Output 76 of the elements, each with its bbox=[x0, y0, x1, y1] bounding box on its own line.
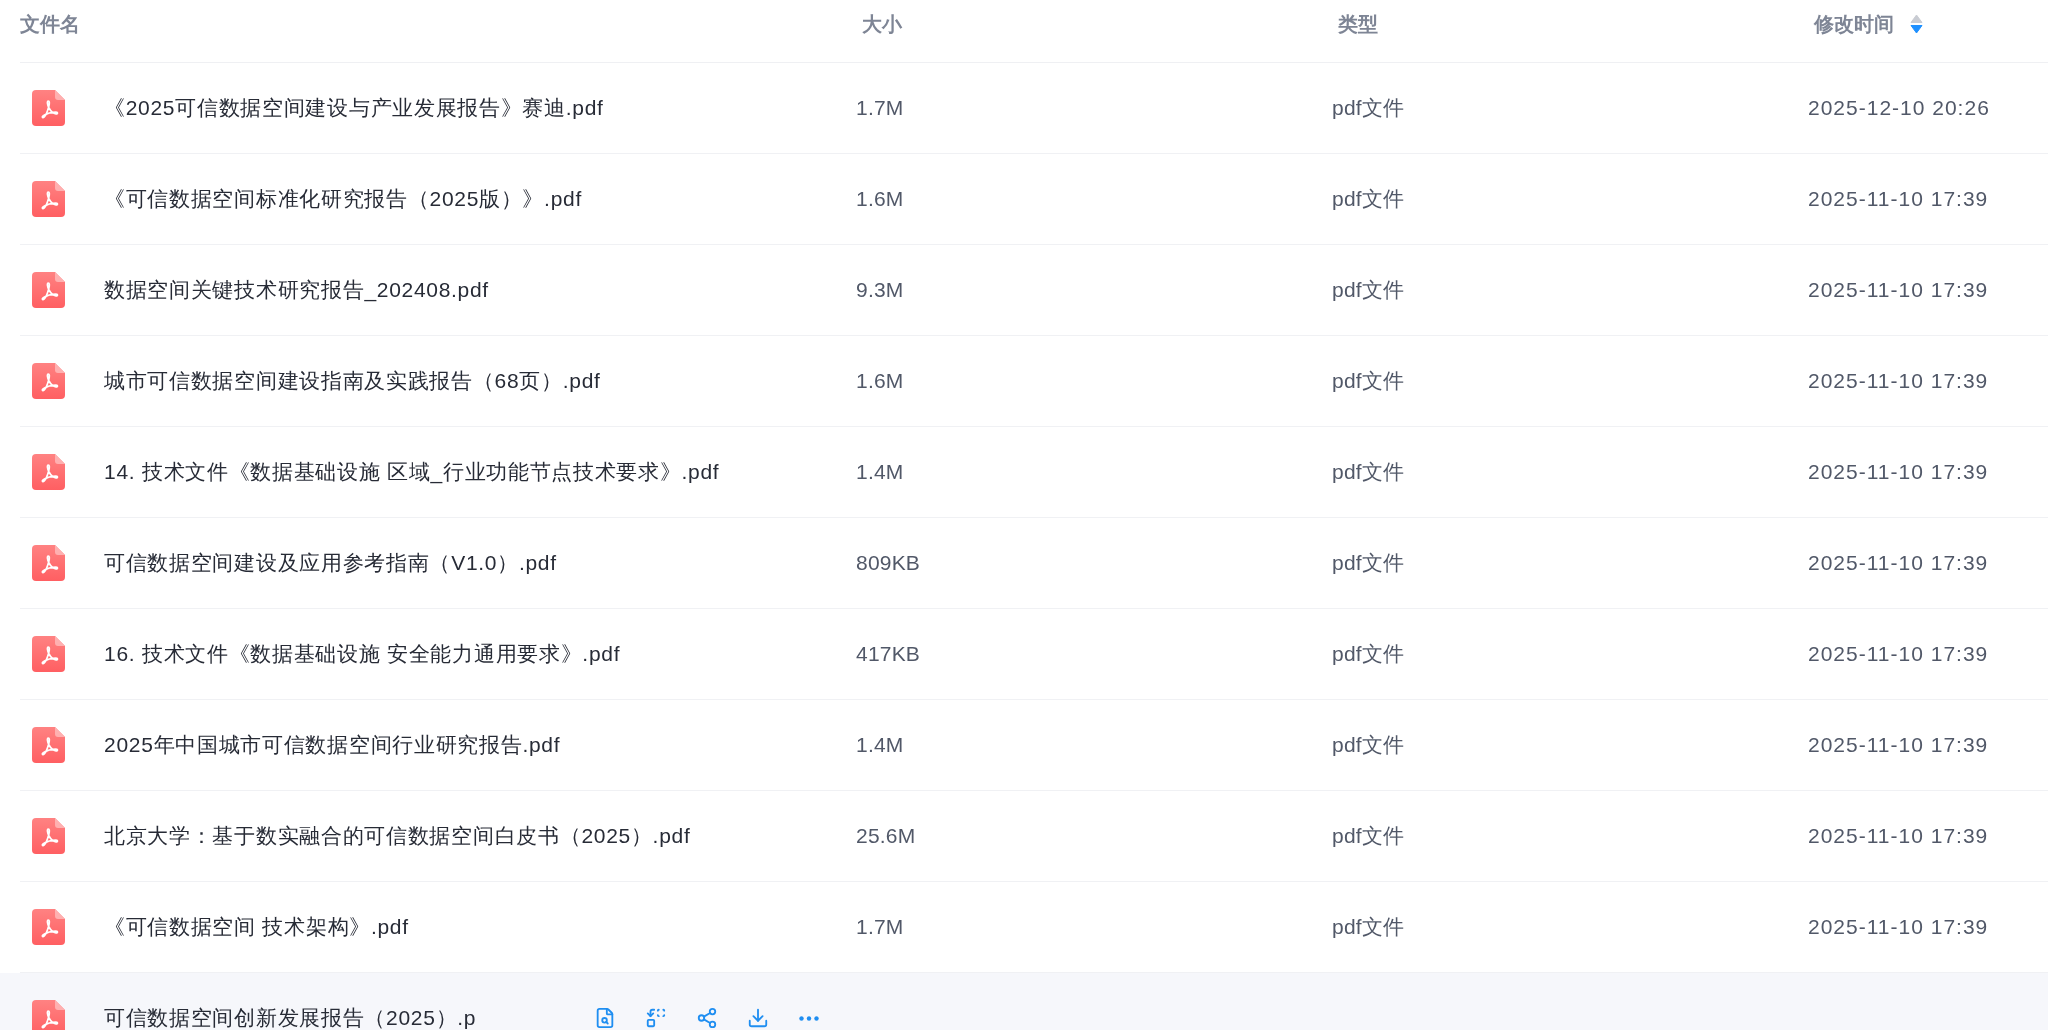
more-icon bbox=[799, 1015, 819, 1021]
file-name: 16. 技术文件《数据基础设施 安全能力通用要求》.pdf bbox=[104, 643, 621, 665]
file-name: 北京大学：基于数实融合的可信数据空间白皮书（2025）.pdf bbox=[104, 825, 691, 847]
column-header: 类型 bbox=[1338, 11, 1378, 37]
file-type: pdf文件 bbox=[1332, 370, 1405, 392]
modified-time: 2025-11-10 17:39 bbox=[1808, 643, 1989, 665]
file-size: 25.6M bbox=[856, 825, 916, 847]
modified-time: 2025-12-10 20:26 bbox=[1808, 97, 1990, 119]
file-type: pdf文件 bbox=[1332, 461, 1405, 483]
pdf-file-icon bbox=[32, 545, 65, 581]
file-name: 可信数据空间创新发展报告（2025）.p bbox=[104, 1007, 477, 1029]
file-search-icon bbox=[594, 1007, 616, 1029]
file-name: 可信数据空间建设及应用参考指南（V1.0）.pdf bbox=[104, 552, 557, 574]
file-name: 《可信数据空间标准化研究报告（2025版）》.pdf bbox=[104, 188, 582, 210]
file-row[interactable]: 城市可信数据空间建设指南及实践报告（68页）.pdf 1.6M pdf文件 2025-11-10 17:39 bbox=[0, 336, 2048, 427]
file-row[interactable]: 16. 技术文件《数据基础设施 安全能力通用要求》.pdf 417KB pdf文件 2025-11-10 17:39 bbox=[0, 609, 2048, 700]
file-row[interactable]: 可信数据空间建设及应用参考指南（V1.0）.pdf 809KB pdf文件 2025-11-10 17:39 bbox=[0, 518, 2048, 609]
file-row[interactable]: 《2025可信数据空间建设与产业发展报告》赛迪.pdf 1.7M pdf文件 2025-12-10 20:26 bbox=[0, 63, 2048, 154]
modified-time: 2025-11-10 17:39 bbox=[1808, 552, 1989, 574]
share-icon bbox=[696, 1007, 718, 1029]
pdf-file-icon bbox=[32, 363, 65, 399]
file-row[interactable]: 2025年中国城市可信数据空间行业研究报告.pdf 1.4M pdf文件 2025-11-10 17:39 bbox=[0, 700, 2048, 791]
pdf-file-icon bbox=[32, 90, 65, 126]
download-icon bbox=[747, 1007, 769, 1029]
modified-time: 2025-11-10 17:39 bbox=[1808, 916, 1989, 938]
pdf-file-icon bbox=[32, 181, 65, 217]
file-name: 《2025可信数据空间建设与产业发展报告》赛迪.pdf bbox=[104, 97, 604, 119]
convert-button[interactable] bbox=[645, 1007, 667, 1029]
file-row[interactable]: 可信数据空间创新发展报告（2025）.p bbox=[0, 973, 2048, 1030]
pdf-file-icon bbox=[32, 818, 65, 854]
modified-time: 2025-11-10 17:39 bbox=[1808, 825, 1989, 847]
modified-time: 2025-11-10 17:39 bbox=[1808, 279, 1989, 301]
file-size: 1.6M bbox=[856, 370, 904, 392]
file-size: 809KB bbox=[856, 552, 921, 574]
share-button[interactable] bbox=[696, 1007, 718, 1029]
file-row[interactable]: 北京大学：基于数实融合的可信数据空间白皮书（2025）.pdf 25.6M pdf文件 2025-11-10 17:39 bbox=[0, 791, 2048, 882]
file-type: pdf文件 bbox=[1332, 643, 1405, 665]
file-type: pdf文件 bbox=[1332, 97, 1405, 119]
file-size: 417KB bbox=[856, 643, 921, 665]
pdf-file-icon bbox=[32, 454, 65, 490]
file-name: 城市可信数据空间建设指南及实践报告（68页）.pdf bbox=[104, 370, 601, 392]
pdf-file-icon bbox=[32, 1000, 65, 1030]
file-type: pdf文件 bbox=[1332, 552, 1405, 574]
download-button[interactable] bbox=[747, 1007, 769, 1029]
file-name: 2025年中国城市可信数据空间行业研究报告.pdf bbox=[104, 734, 561, 756]
modified-time: 2025-11-10 17:39 bbox=[1808, 461, 1989, 483]
pdf-file-icon bbox=[32, 636, 65, 672]
file-size: 1.7M bbox=[856, 97, 904, 119]
preview-button[interactable] bbox=[594, 1007, 616, 1029]
column-header: 修改时间 bbox=[1814, 11, 1894, 37]
modified-time: 2025-11-10 17:39 bbox=[1808, 734, 1989, 756]
file-type: pdf文件 bbox=[1332, 279, 1405, 301]
file-size: 1.4M bbox=[856, 461, 904, 483]
replace-icon bbox=[645, 1007, 667, 1029]
file-row[interactable]: 14. 技术文件《数据基础设施 区域_行业功能节点技术要求》.pdf 1.4M pdf文件 2025-11-10 17:39 bbox=[0, 427, 2048, 518]
file-type: pdf文件 bbox=[1332, 734, 1405, 756]
file-type: pdf文件 bbox=[1332, 916, 1405, 938]
modified-time: 2025-11-10 17:39 bbox=[1808, 188, 1989, 210]
file-size: 1.6M bbox=[856, 188, 904, 210]
file-type: pdf文件 bbox=[1332, 825, 1405, 847]
pdf-file-icon bbox=[32, 272, 65, 308]
file-name: 《可信数据空间 技术架构》.pdf bbox=[104, 916, 409, 938]
column-header: 大小 bbox=[862, 11, 902, 37]
file-type: pdf文件 bbox=[1332, 188, 1405, 210]
pdf-file-icon bbox=[32, 909, 65, 945]
column-header: 文件名 bbox=[20, 11, 80, 37]
file-name: 14. 技术文件《数据基础设施 区域_行业功能节点技术要求》.pdf bbox=[104, 461, 720, 483]
sort-icon[interactable] bbox=[1910, 14, 1923, 34]
modified-time: 2025-11-10 17:39 bbox=[1808, 370, 1989, 392]
file-size: 1.7M bbox=[856, 916, 904, 938]
file-name: 数据空间关键技术研究报告_202408.pdf bbox=[104, 279, 489, 301]
file-size: 9.3M bbox=[856, 279, 904, 301]
pdf-file-icon bbox=[32, 727, 65, 763]
file-row[interactable]: 数据空间关键技术研究报告_202408.pdf 9.3M pdf文件 2025-11-10 17:39 bbox=[0, 245, 2048, 336]
file-row[interactable]: 《可信数据空间标准化研究报告（2025版）》.pdf 1.6M pdf文件 2025-11-10 17:39 bbox=[0, 154, 2048, 245]
file-size: 1.4M bbox=[856, 734, 904, 756]
